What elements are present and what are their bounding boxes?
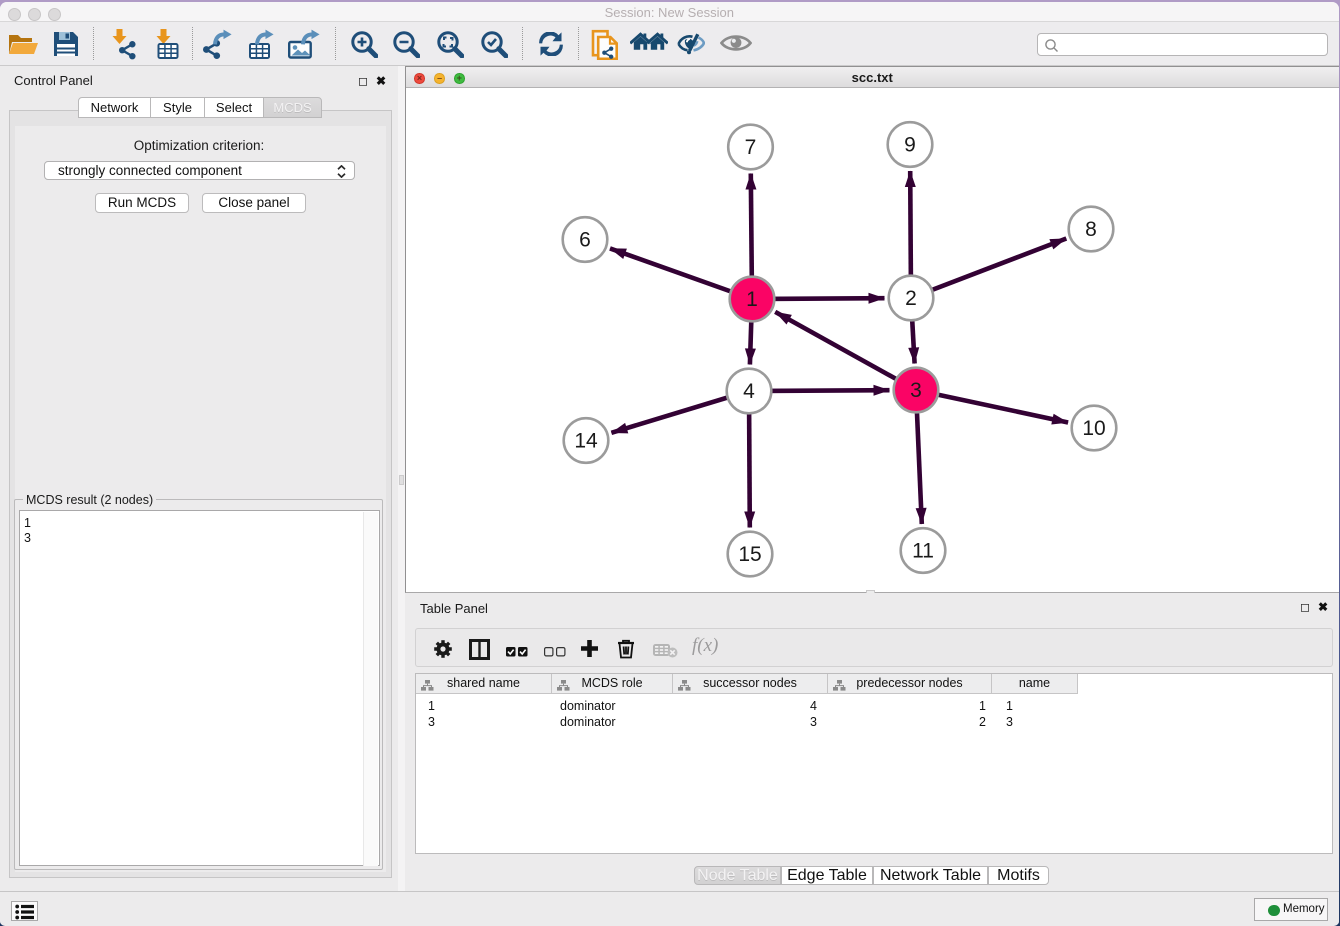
svg-text:14: 14 bbox=[574, 430, 598, 453]
svg-text:7: 7 bbox=[744, 136, 756, 159]
svg-text:1: 1 bbox=[746, 288, 758, 311]
svg-text:3: 3 bbox=[910, 379, 922, 402]
svg-text:15: 15 bbox=[738, 543, 761, 566]
svg-text:6: 6 bbox=[579, 229, 591, 252]
svg-text:2: 2 bbox=[905, 287, 917, 310]
svg-text:11: 11 bbox=[912, 540, 934, 563]
svg-text:10: 10 bbox=[1082, 417, 1105, 440]
svg-text:8: 8 bbox=[1085, 218, 1097, 241]
svg-text:9: 9 bbox=[904, 134, 916, 157]
svg-text:4: 4 bbox=[743, 380, 755, 403]
